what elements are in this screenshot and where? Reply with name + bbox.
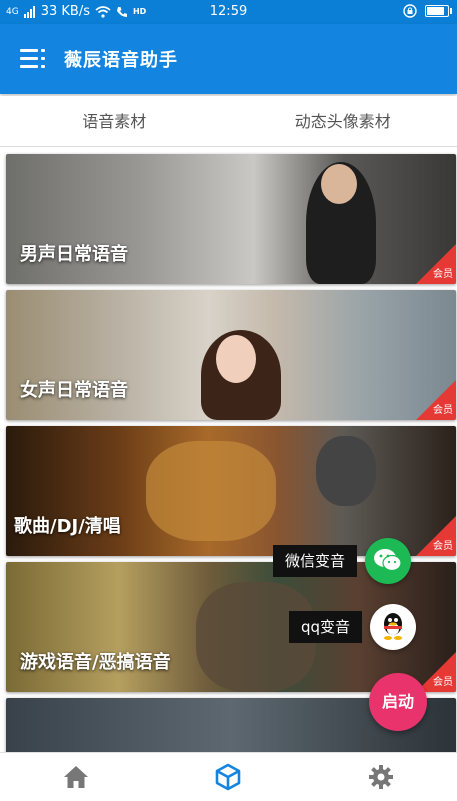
- category-card-female-voice[interactable]: 女声日常语音 会员: [6, 290, 456, 420]
- card-image-face: [216, 335, 256, 383]
- card-label: 女声日常语音: [20, 376, 128, 402]
- status-bar: 4G 33 KB/s HD 12:59: [0, 0, 457, 24]
- vip-badge-label: 会员: [433, 265, 453, 280]
- wechat-icon[interactable]: [365, 538, 411, 584]
- qq-voice-action: qq变音: [289, 604, 416, 650]
- category-card-songs[interactable]: 歌曲/DJ/清唱 会员: [6, 426, 456, 556]
- bottom-nav: [0, 752, 457, 801]
- tab-bar: 语音素材 动态头像素材: [0, 96, 457, 147]
- gear-icon: [368, 764, 394, 790]
- qq-voice-label[interactable]: qq变音: [289, 611, 362, 643]
- tab-avatar-materials[interactable]: 动态头像素材: [229, 96, 457, 146]
- start-button[interactable]: 启动: [369, 673, 427, 731]
- vip-badge-label: 会员: [433, 537, 453, 552]
- qq-penguin-icon[interactable]: [370, 604, 416, 650]
- card-label: 歌曲/DJ/清唱: [14, 512, 121, 538]
- card-image-lion: [146, 441, 276, 541]
- tab-voice-materials[interactable]: 语音素材: [0, 96, 229, 146]
- nav-settings[interactable]: [305, 753, 457, 801]
- app-bar: 薇辰语音助手: [0, 24, 457, 94]
- battery-icon: [425, 5, 449, 17]
- rotation-lock-icon: [403, 4, 417, 18]
- menu-icon[interactable]: [20, 49, 46, 69]
- card-image-face: [321, 164, 357, 204]
- card-label: 游戏语音/恶搞语音: [20, 648, 171, 674]
- app-title: 薇辰语音助手: [64, 46, 178, 72]
- card-label: 男声日常语音: [20, 240, 128, 266]
- category-card-male-voice[interactable]: 男声日常语音 会员: [6, 154, 456, 284]
- vip-badge-label: 会员: [433, 401, 453, 416]
- home-icon: [63, 765, 89, 789]
- status-time: 12:59: [0, 4, 457, 19]
- card-image-microphone: [316, 436, 376, 506]
- status-right: [403, 4, 449, 18]
- cube-icon: [215, 763, 241, 791]
- wechat-voice-action: 微信变音: [273, 538, 411, 584]
- category-list: 男声日常语音 会员 女声日常语音 会员 歌曲/DJ/清唱 会员 游戏语音/恶搞语…: [6, 154, 456, 764]
- nav-home[interactable]: [0, 753, 152, 801]
- nav-materials[interactable]: [152, 753, 304, 801]
- wechat-voice-label[interactable]: 微信变音: [273, 545, 357, 577]
- vip-badge-label: 会员: [433, 673, 453, 688]
